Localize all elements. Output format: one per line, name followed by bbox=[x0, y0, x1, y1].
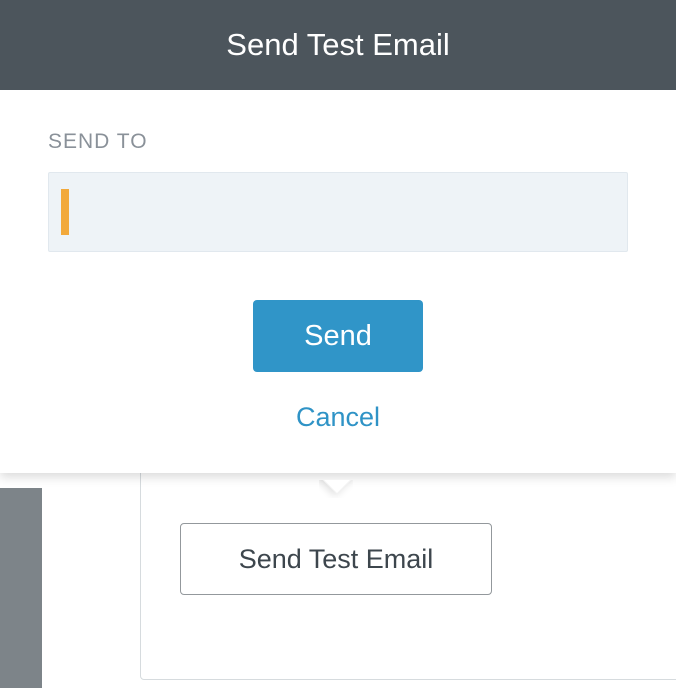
cancel-link[interactable]: Cancel bbox=[296, 402, 380, 433]
modal-body: SEND TO Send Cancel bbox=[0, 90, 676, 473]
modal-actions: Send Cancel bbox=[48, 300, 628, 433]
send-to-input-wrap[interactable] bbox=[48, 172, 628, 252]
send-to-label: SEND TO bbox=[48, 130, 628, 154]
send-test-email-button[interactable]: Send Test Email bbox=[180, 523, 492, 595]
modal-header: Send Test Email bbox=[0, 0, 676, 90]
backdrop-left-strip bbox=[0, 488, 42, 688]
modal-title: Send Test Email bbox=[226, 27, 449, 63]
send-test-email-modal: Send Test Email SEND TO Send Cancel bbox=[0, 0, 676, 473]
send-to-input[interactable] bbox=[69, 173, 627, 251]
input-cursor-icon bbox=[61, 189, 69, 235]
send-button[interactable]: Send bbox=[253, 300, 423, 372]
popover-arrow-icon bbox=[319, 480, 353, 498]
